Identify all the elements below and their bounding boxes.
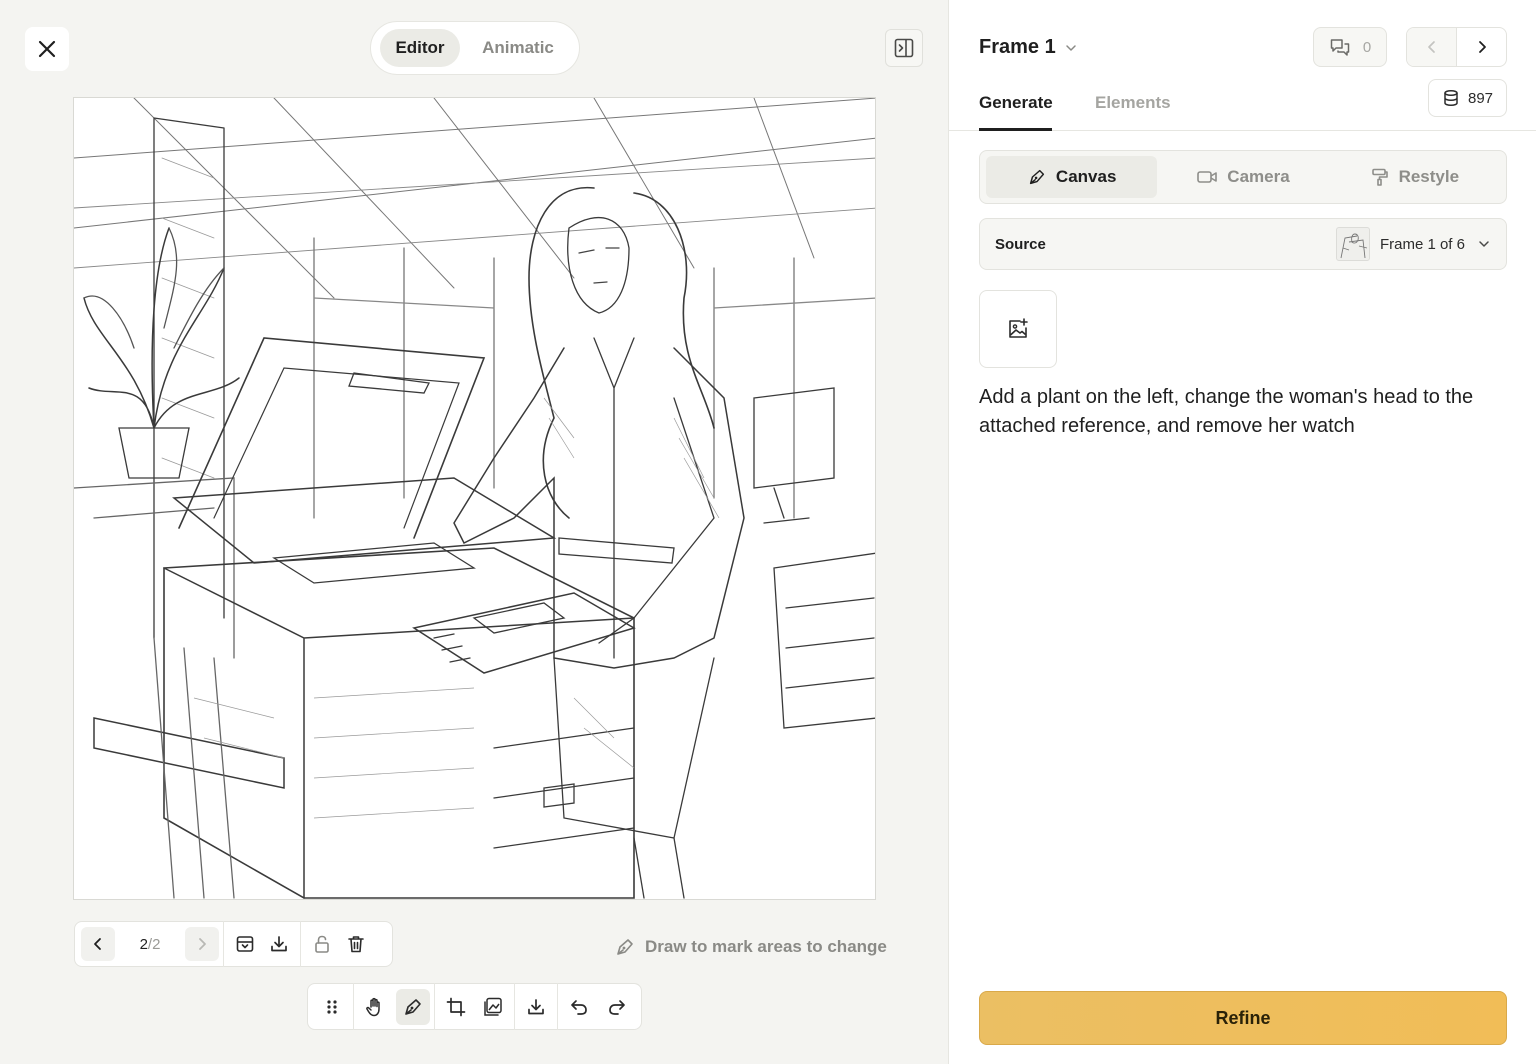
frame-title: Frame 1 — [979, 36, 1056, 58]
download-icon — [526, 997, 546, 1017]
drag-handle-icon — [324, 998, 340, 1016]
download-icon — [269, 934, 289, 954]
divider — [514, 983, 516, 1030]
camera-mode-button[interactable]: Camera — [1157, 156, 1328, 198]
source-selector[interactable]: Source Frame 1 of 6 — [979, 218, 1507, 270]
version-total: 2 — [152, 935, 161, 953]
toggle-panel-button[interactable] — [885, 29, 923, 67]
generate-panel: Frame 1 0 897 Generate Elements Canvas C… — [948, 0, 1536, 1064]
source-label: Source — [995, 235, 1046, 253]
archive-icon — [235, 934, 255, 954]
crop-tool-button[interactable] — [439, 989, 473, 1025]
mode-editor-button[interactable]: Editor — [380, 29, 460, 67]
divider — [352, 983, 354, 1030]
drag-handle[interactable] — [315, 989, 349, 1025]
undo-icon — [569, 997, 589, 1017]
comments-button[interactable]: 0 — [1313, 27, 1387, 67]
undo-button[interactable] — [562, 989, 596, 1025]
chevron-left-icon — [91, 937, 105, 951]
editor-pane: Editor Animatic 2/2 Draw to mark areas t… — [0, 0, 948, 1064]
video-camera-icon — [1196, 168, 1218, 186]
version-current: 2 — [139, 935, 148, 953]
redo-icon — [607, 997, 627, 1017]
pen-tool-icon — [1027, 167, 1047, 187]
generation-mode-selector: Canvas Camera Restyle — [979, 150, 1507, 204]
crop-icon — [446, 997, 466, 1017]
refine-button[interactable]: Refine — [979, 991, 1507, 1045]
image-edit-button[interactable] — [477, 989, 511, 1025]
lock-button[interactable] — [305, 927, 339, 961]
draw-hint: Draw to mark areas to change — [614, 936, 887, 958]
draw-hint-text: Draw to mark areas to change — [645, 937, 887, 956]
canvas-mode-label: Canvas — [1055, 167, 1117, 186]
hand-icon — [364, 996, 386, 1018]
mode-animatic-button[interactable]: Animatic — [466, 29, 570, 67]
chevron-down-icon — [1477, 237, 1491, 251]
tab-elements[interactable]: Elements — [1095, 93, 1171, 131]
previous-version-button[interactable] — [81, 927, 115, 961]
mode-toggle: Editor Animatic — [370, 21, 580, 75]
close-icon — [38, 40, 56, 58]
next-frame-button[interactable] — [1457, 28, 1506, 66]
chevron-right-icon — [1475, 40, 1489, 54]
draw-tool-button[interactable] — [395, 988, 430, 1025]
restyle-mode-label: Restyle — [1398, 167, 1460, 186]
comment-count: 0 — [1362, 38, 1372, 56]
pen-tool-icon — [402, 996, 424, 1018]
frame-pager — [1406, 27, 1507, 67]
unlock-icon — [312, 934, 332, 954]
redo-button[interactable] — [600, 989, 634, 1025]
image-edit-icon — [482, 996, 504, 1018]
comment-icon — [1329, 37, 1351, 57]
divider — [223, 921, 224, 967]
chevron-left-icon — [1425, 40, 1439, 54]
add-reference-image-button[interactable] — [979, 290, 1057, 368]
next-version-button[interactable] — [185, 927, 219, 961]
chevron-right-icon — [195, 937, 209, 951]
pan-tool-button[interactable] — [358, 989, 392, 1025]
canvas-mode-button[interactable]: Canvas — [986, 156, 1158, 198]
tab-generate[interactable]: Generate — [979, 93, 1053, 131]
panel-tabs: Generate Elements — [949, 88, 1536, 131]
canvas-image[interactable] — [73, 97, 876, 900]
restyle-mode-button[interactable]: Restyle — [1329, 156, 1500, 198]
trash-icon — [346, 934, 366, 954]
divider — [433, 983, 435, 1030]
image-add-icon — [1006, 317, 1030, 341]
prompt-input[interactable]: Add a plant on the left, change the woma… — [979, 383, 1507, 441]
pen-tool-icon — [614, 936, 636, 958]
previous-frame-button[interactable] — [1407, 28, 1457, 66]
source-thumbnail — [1335, 227, 1370, 261]
paint-roller-icon — [1370, 167, 1390, 187]
version-counter: 2/2 — [115, 936, 185, 953]
download-version-button[interactable] — [262, 927, 296, 961]
close-button[interactable] — [25, 27, 69, 71]
camera-mode-label: Camera — [1227, 167, 1290, 186]
divider — [557, 983, 559, 1030]
sketch-illustration — [74, 98, 875, 899]
canvas-toolbar — [307, 983, 642, 1030]
archive-button[interactable] — [228, 927, 262, 961]
source-value: Frame 1 of 6 — [1379, 235, 1465, 253]
sidebar-toggle-icon — [893, 37, 915, 59]
divider — [300, 921, 301, 967]
download-button[interactable] — [519, 989, 553, 1025]
chevron-down-icon — [1064, 41, 1078, 55]
frame-selector[interactable]: Frame 1 — [979, 36, 1078, 59]
version-controls: 2/2 — [74, 921, 393, 967]
delete-version-button[interactable] — [339, 927, 373, 961]
